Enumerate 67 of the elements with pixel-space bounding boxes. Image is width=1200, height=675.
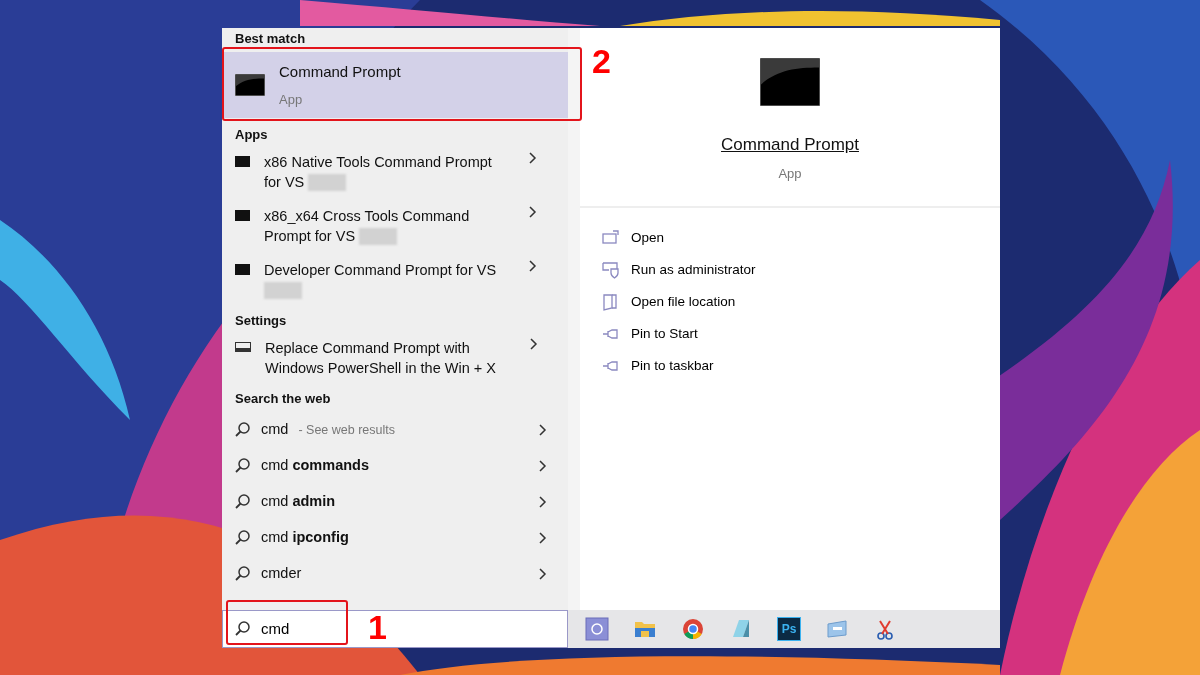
- item-subtitle: App: [279, 90, 304, 109]
- chevron-icon: [538, 532, 547, 544]
- terminal-icon: [235, 74, 265, 96]
- search-icon: [235, 458, 251, 474]
- search-icon: [235, 530, 251, 546]
- chevron-icon: [538, 424, 547, 436]
- result-label: Developer Command Prompt for VS: [264, 261, 497, 280]
- result-label: cmd: [261, 420, 289, 440]
- taskbar-button[interactable]: [582, 614, 612, 644]
- chevron-icon: [529, 338, 538, 350]
- chevron-icon: [538, 496, 547, 508]
- action-item[interactable]: Run as administrator: [580, 254, 1000, 286]
- terminal-icon: [235, 156, 250, 167]
- browser-icon: [681, 617, 705, 641]
- terminal-icon: [235, 210, 250, 221]
- web-result-item[interactable]: cmd ipconfig: [222, 520, 568, 556]
- section-heading: Search the web: [234, 390, 332, 408]
- result-label: Replace Command Prompt with Windows PowerShell in the Win + X: [265, 340, 496, 376]
- search-input[interactable]: cmd: [261, 617, 321, 641]
- chevron-icon: [538, 460, 547, 472]
- result-item[interactable]: x86_x64 Cross Tools Command Prompt for VS: [222, 198, 568, 252]
- step-number: 2: [592, 44, 611, 78]
- terminal-icon: [760, 58, 820, 106]
- result-item[interactable]: Replace Command Prompt with Windows PowerShell in the Win + X: [222, 330, 568, 384]
- action-item[interactable]: Open: [580, 222, 1000, 254]
- result-label: x86 Native Tools Command Prompt: [264, 153, 492, 172]
- item-title: Command Prompt: [279, 62, 401, 82]
- result-item[interactable]: x86 Native Tools Command Prompt for VS: [222, 144, 568, 198]
- result-hint: - See web results: [298, 421, 395, 439]
- result-label: cmder: [261, 564, 302, 584]
- search-icon: [235, 566, 251, 582]
- action-item[interactable]: Open file location: [580, 286, 1000, 318]
- web-result-item[interactable]: cmd - See web results: [222, 412, 568, 448]
- result-label: cmd commands: [261, 456, 369, 476]
- app-subtitle: App: [778, 164, 802, 183]
- step-number: 1: [368, 610, 387, 644]
- chevron-icon: [528, 152, 537, 164]
- monitor-icon: [235, 342, 251, 352]
- web-result-item[interactable]: cmd commands: [222, 448, 568, 484]
- app-icon: [585, 617, 609, 641]
- chevron-icon: [528, 206, 537, 218]
- section-heading: Apps: [234, 126, 269, 144]
- result-label: Prompt for VS: [264, 227, 356, 246]
- best-match-item[interactable]: Command Prompt App: [222, 52, 568, 118]
- app-title[interactable]: Command Prompt: [721, 132, 859, 158]
- result-label: cmd ipconfig: [261, 528, 349, 548]
- search-icon: [235, 422, 251, 438]
- result-label: for VS: [264, 173, 305, 192]
- search-icon: [235, 621, 251, 637]
- chevron-icon: [538, 568, 547, 580]
- action-item[interactable]: Pin to Start: [580, 318, 1000, 350]
- result-item[interactable]: Developer Command Prompt for VS: [222, 252, 568, 306]
- shield-icon: [602, 261, 619, 279]
- folder-icon: [602, 293, 619, 311]
- web-result-item[interactable]: cmder: [222, 556, 568, 592]
- section-heading: Settings: [234, 312, 288, 330]
- result-label: x86_x64 Cross Tools Command: [264, 207, 470, 226]
- search-icon: [235, 494, 251, 510]
- action-item[interactable]: Pin to taskbar: [580, 350, 1000, 382]
- web-result-item[interactable]: cmd admin: [222, 484, 568, 520]
- window-icon: [602, 229, 619, 247]
- window-icon: [825, 617, 849, 641]
- chevron-icon: [528, 260, 537, 272]
- section-heading: Best match: [234, 30, 307, 48]
- result-label: cmd admin: [261, 492, 336, 512]
- terminal-icon: [235, 264, 250, 275]
- taskbar-button[interactable]: Ps: [774, 614, 804, 644]
